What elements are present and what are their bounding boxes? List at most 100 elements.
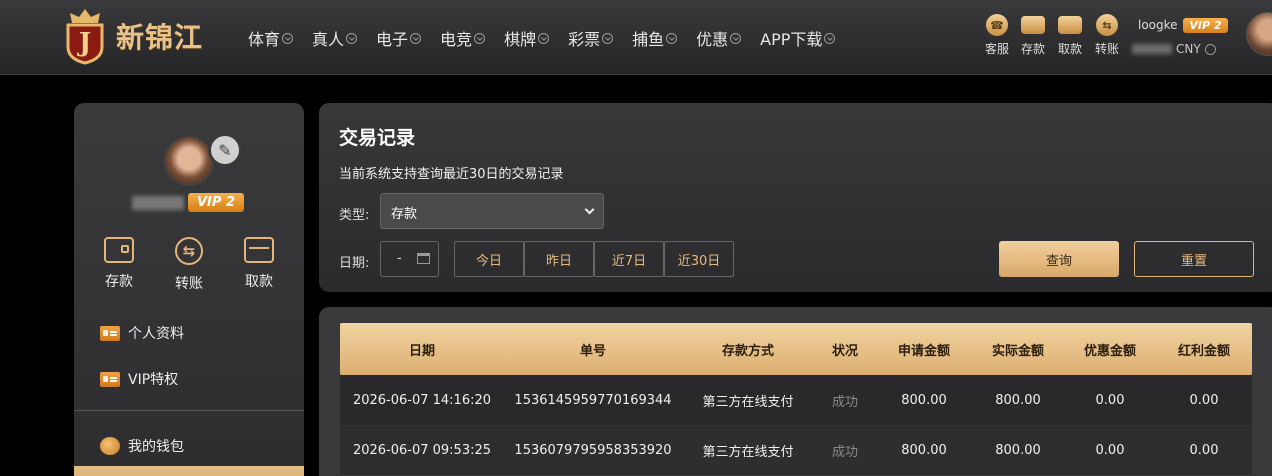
- cell-actual-amount: 800.00: [995, 442, 1041, 458]
- transaction-table-panel: 日期 单号 存款方式 状况 申请金额 实际金额 优惠金额 红利金额 2026-0…: [319, 307, 1272, 476]
- vip-badge: VIP 2: [1183, 18, 1228, 33]
- sidebar-item-wallet[interactable]: 我的钱包: [100, 436, 184, 456]
- sidebar-actions: 存款 ⇆ 转账 取款: [74, 237, 304, 293]
- range-yesterday-button[interactable]: 昨日: [524, 241, 594, 277]
- piggy-bank-icon: [100, 437, 120, 455]
- type-select[interactable]: 存款: [380, 193, 604, 229]
- column-header: 实际金额: [991, 343, 1044, 359]
- transfer-icon: ⇆: [175, 237, 203, 265]
- date-range-picker[interactable]: -: [380, 241, 439, 277]
- column-header: 优惠金额: [1083, 343, 1136, 359]
- table-row: 2026-06-07 09:53:25 1536079795958353920 …: [340, 425, 1252, 475]
- type-label: 类型:: [339, 208, 370, 223]
- sidebar-withdraw-button[interactable]: 取款: [229, 237, 289, 293]
- cell-status: 成功: [831, 444, 858, 460]
- sidebar-transfer-button[interactable]: ⇆ 转账: [159, 237, 219, 293]
- chevron-down-icon: [474, 32, 486, 44]
- nav-label: 体育: [248, 30, 281, 49]
- cell-promo-amount: 0.00: [1095, 442, 1125, 458]
- type-select-value: 存款: [391, 207, 418, 222]
- logo-letter: J: [77, 28, 91, 58]
- nav-item-slots[interactable]: 电子: [376, 26, 422, 50]
- range-today-button[interactable]: 今日: [454, 241, 524, 277]
- nav-item-sports[interactable]: 体育: [248, 26, 294, 50]
- column-header: 单号: [579, 343, 606, 359]
- sidebar-deposit-button[interactable]: 存款: [89, 237, 149, 293]
- nav-item-fishing[interactable]: 捕鱼: [632, 26, 678, 50]
- user-avatar[interactable]: [1246, 12, 1272, 56]
- action-label: 转账: [175, 276, 203, 292]
- nav-label: 棋牌: [504, 30, 537, 49]
- cell-requested-amount: 800.00: [901, 392, 947, 408]
- nav-label: APP下载: [760, 30, 823, 49]
- brand-name: 新锦江: [116, 21, 204, 54]
- cash-icon: [1058, 16, 1082, 34]
- range-7days-button[interactable]: 近7日: [594, 241, 664, 277]
- cell-order-no: 1536145959770169344: [514, 392, 672, 408]
- cell-status: 成功: [831, 394, 858, 410]
- query-button[interactable]: 查询: [999, 241, 1119, 277]
- calendar-icon: [417, 253, 430, 264]
- table-header: 日期 单号 存款方式 状况 申请金额 实际金额 优惠金额 红利金额: [340, 323, 1252, 375]
- sidebar-item-profile[interactable]: 个人资料: [100, 323, 184, 343]
- cell-actual-amount: 800.00: [995, 392, 1041, 408]
- nav-item-promotions[interactable]: 优惠: [696, 26, 742, 50]
- table-row: 2026-06-07 14:16:20 1536145959770169344 …: [340, 375, 1252, 425]
- nav-item-esports[interactable]: 电竞: [440, 26, 486, 50]
- chevron-down-icon: [410, 32, 422, 44]
- date-value: -: [397, 251, 402, 266]
- logo-emblem-icon: J: [60, 7, 110, 65]
- nav-label: 电子: [376, 30, 409, 49]
- nav-label: 优惠: [696, 30, 729, 49]
- menu-label: 个人资料: [128, 326, 184, 342]
- nav-label: 电竞: [440, 30, 473, 49]
- sidebar-item-vip[interactable]: VIP特权: [100, 369, 178, 389]
- transfer-icon: ⇆: [1096, 14, 1118, 36]
- quick-label: 客服: [984, 42, 1009, 56]
- column-header: 日期: [408, 343, 435, 359]
- quick-transfer[interactable]: ⇆ 转账: [1090, 14, 1124, 57]
- quick-customer-service[interactable]: ☎ 客服: [980, 14, 1014, 57]
- headset-icon: ☎: [986, 14, 1008, 36]
- transaction-query-panel: 交易记录 当前系统支持查询最近30日的交易记录 类型: 存款 日期: - 今日 …: [319, 103, 1272, 292]
- quick-deposit[interactable]: 存款: [1016, 14, 1050, 57]
- wallet-icon: [1021, 16, 1045, 34]
- nav-label: 捕鱼: [632, 30, 665, 49]
- action-label: 存款: [105, 274, 133, 290]
- vip-level-badge: VIP 2: [188, 193, 244, 212]
- username: loogke: [1138, 18, 1178, 32]
- range-30days-button[interactable]: 近30日: [664, 241, 734, 277]
- currency-label: CNY: [1176, 42, 1201, 56]
- cell-method: 第三方在线支付: [702, 394, 794, 410]
- chevron-down-icon: [824, 32, 836, 44]
- chevron-down-icon: [666, 32, 678, 44]
- profile-card-icon: [100, 325, 120, 341]
- cell-order-no: 1536079795958353920: [514, 442, 672, 458]
- nav-item-live[interactable]: 真人: [312, 26, 358, 50]
- sidebar-divider: [74, 410, 304, 411]
- user-info[interactable]: loogke VIP 2: [1138, 18, 1228, 33]
- vip-card-icon: [100, 371, 120, 387]
- brand-logo[interactable]: J 新锦江: [60, 6, 220, 66]
- cell-promo-amount: 0.00: [1095, 392, 1125, 408]
- quick-label: 取款: [1057, 42, 1082, 56]
- reset-button[interactable]: 重置: [1134, 241, 1254, 277]
- sidebar-active-item[interactable]: [74, 466, 304, 476]
- edit-profile-button[interactable]: ✎: [208, 133, 242, 167]
- cell-date: 2026-06-07 09:53:25: [352, 442, 492, 458]
- profile-avatar: [164, 136, 214, 186]
- chevron-down-icon: [730, 32, 742, 44]
- nav-item-lottery[interactable]: 彩票: [568, 26, 614, 50]
- top-navigation-bar: J 新锦江 体育 真人 电子 电竞 棋牌 彩票 捕鱼 优惠 APP下载 ☎ 客服…: [0, 0, 1272, 75]
- balance-display[interactable]: CNY: [1132, 42, 1216, 56]
- page-subtitle: 当前系统支持查询最近30日的交易记录: [339, 167, 564, 182]
- quick-withdraw[interactable]: 取款: [1053, 14, 1087, 57]
- cell-method: 第三方在线支付: [702, 444, 794, 460]
- column-header: 状况: [831, 343, 858, 359]
- nav-label: 彩票: [568, 30, 601, 49]
- nav-item-app-download[interactable]: APP下载: [760, 26, 836, 50]
- transaction-table: 日期 单号 存款方式 状况 申请金额 实际金额 优惠金额 红利金额 2026-0…: [340, 323, 1252, 475]
- action-label: 取款: [245, 274, 273, 290]
- withdraw-icon: [244, 237, 274, 263]
- nav-item-cards[interactable]: 棋牌: [504, 26, 550, 50]
